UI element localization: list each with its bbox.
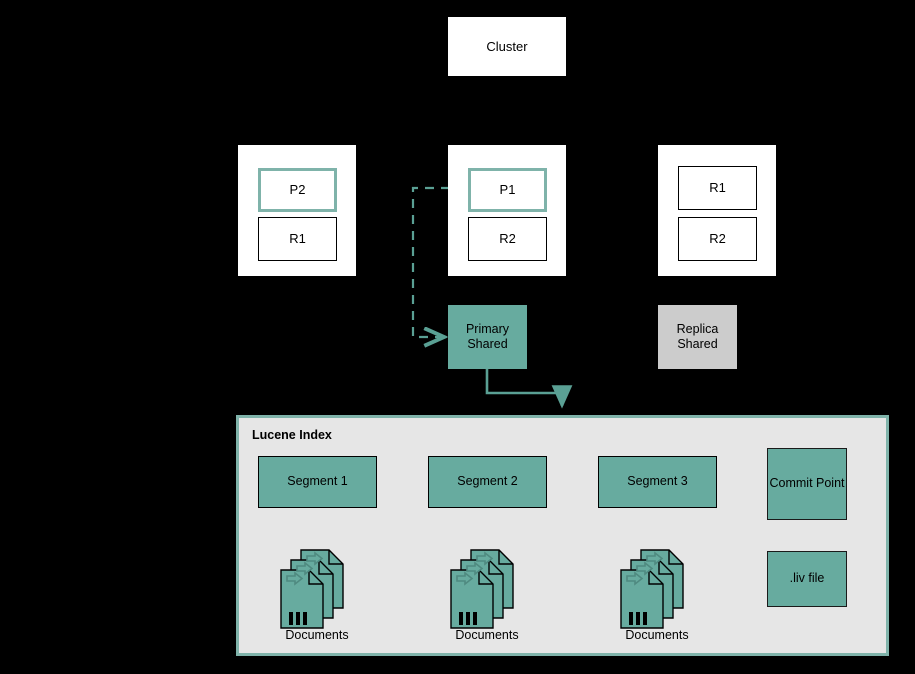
lucene-index-title: Lucene Index (252, 428, 332, 442)
commit-point-box[interactable]: Commit Point (767, 448, 847, 520)
segment-box-2[interactable]: Segment 2 (428, 456, 547, 508)
documents-stack-3[interactable] (617, 548, 697, 630)
shard-p2[interactable]: P2 (258, 168, 337, 212)
segment-box-1[interactable]: Segment 1 (258, 456, 377, 508)
documents-stack-2[interactable] (447, 548, 527, 630)
replica-shared-box[interactable]: Replica Shared (658, 305, 737, 369)
shard-node1-r1[interactable]: R1 (258, 217, 337, 261)
documents-bars-icon (459, 612, 477, 625)
diagram-canvas: Cluster P2 R1 P1 R2 R1 R2 Primary Shared… (0, 0, 915, 674)
cluster-box[interactable]: Cluster (448, 17, 566, 76)
documents-bars-icon (289, 612, 307, 625)
shard-node3-r1[interactable]: R1 (678, 166, 757, 210)
documents-label-1: Documents (285, 628, 349, 642)
segment-box-3[interactable]: Segment 3 (598, 456, 717, 508)
documents-label-2: Documents (455, 628, 519, 642)
connector-primary-shared-to-lucene (485, 369, 573, 409)
primary-shared-box[interactable]: Primary Shared (448, 305, 527, 369)
documents-stack-1[interactable] (277, 548, 357, 630)
documents-label-3: Documents (625, 628, 689, 642)
shard-node2-r2[interactable]: R2 (468, 217, 547, 261)
liv-file-box[interactable]: .liv file (767, 551, 847, 607)
shard-p1[interactable]: P1 (468, 168, 547, 212)
documents-bars-icon (629, 612, 647, 625)
shard-node3-r2[interactable]: R2 (678, 217, 757, 261)
